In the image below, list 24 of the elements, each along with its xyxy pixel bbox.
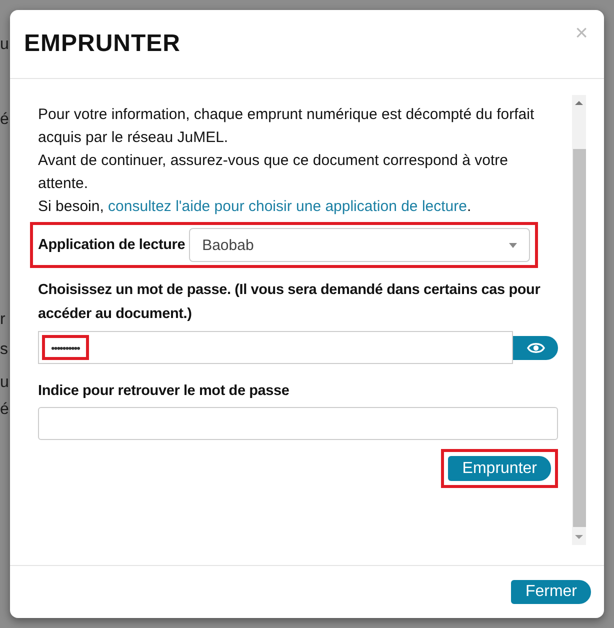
page-text: é [0, 111, 9, 129]
help-text: Si besoin, consultez l'aide pour choisir une application de lecture. [38, 197, 472, 217]
field-label: Choisissez un mot de passe. (Il vous sera demandé dans certains cas pour accéder au document.) [38, 281, 542, 324]
caret-icon [509, 242, 517, 248]
field-label: Application de lecture [38, 236, 186, 255]
field-label: Indice pour retrouver le mot de passe [38, 382, 290, 401]
eye-icon [526, 342, 544, 354]
info-text: Avant de continuer, assurez-vous que ce document correspond à votre attente. [38, 151, 510, 194]
close-button[interactable]: Fermer [511, 580, 591, 604]
page-text: s [0, 341, 8, 359]
page-text: é [0, 401, 9, 419]
hint-field[interactable] [38, 407, 558, 440]
page-text: u [0, 36, 9, 54]
password-value: •••••••••• [51, 343, 80, 355]
help-link[interactable]: consultez l'aide pour choisir une application de lecture [108, 198, 467, 215]
page-text: r [0, 311, 6, 329]
borrow-button[interactable]: Emprunter [448, 456, 551, 481]
reader-app-select[interactable]: Baobab [189, 228, 530, 262]
show-password-button[interactable] [513, 336, 558, 360]
scrollbar[interactable] [572, 95, 586, 545]
info-text: Pour votre information, chaque emprunt numérique est décompté du forfait acquis par le réseau JuMEL. [38, 105, 536, 148]
password-field[interactable]: •••••••••• [38, 331, 513, 364]
page-text: u [0, 374, 9, 392]
dialog-title: EMPRUNTER [24, 30, 181, 58]
